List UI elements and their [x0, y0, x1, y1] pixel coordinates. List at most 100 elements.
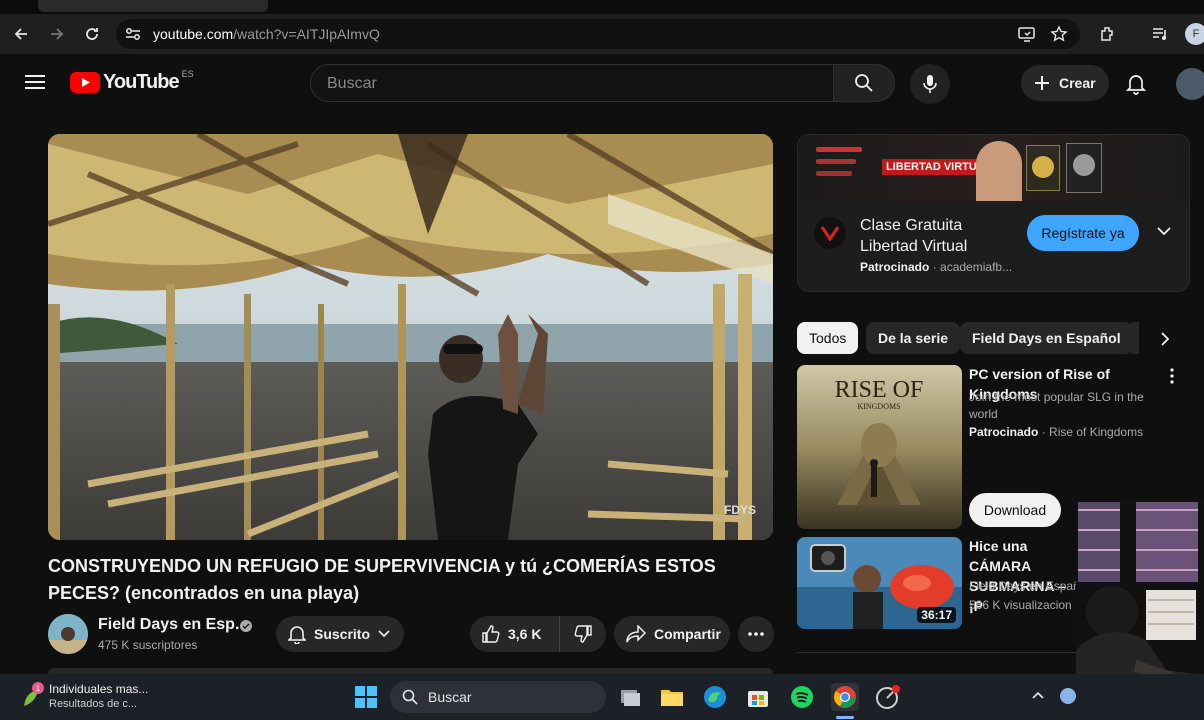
ad-card[interactable]: LIBERTAD VIRTUAL Clase Gratuita Libertad…	[797, 134, 1190, 292]
taskbar-notification-subtitle: Resultados de c...	[49, 698, 138, 710]
ad-title[interactable]: Clase Gratuita Libertad Virtual	[860, 215, 967, 257]
windows-taskbar: 1 Individuales mas... Resultados de c...…	[0, 674, 1204, 720]
install-app-icon[interactable]	[1018, 26, 1036, 42]
reload-icon[interactable]	[80, 22, 104, 46]
register-cta-button[interactable]: Regístrate ya	[1027, 215, 1139, 251]
video-duration: 36:17	[917, 607, 956, 623]
channel-avatar[interactable]	[48, 614, 88, 654]
thumb-subtitle-text: KINGDOMS	[857, 402, 900, 411]
account-avatar[interactable]	[1176, 68, 1204, 100]
notifications-bell-icon[interactable]	[1126, 73, 1146, 95]
svg-text:1: 1	[36, 684, 41, 693]
create-label: Crear	[1059, 75, 1096, 91]
search-placeholder: Buscar	[327, 75, 377, 92]
taskbar-notification-title[interactable]: Individuales mas...	[49, 682, 148, 696]
rec-channel[interactable]: Field Days en Españ	[969, 578, 1080, 595]
ad-expand-chevron-icon[interactable]	[1157, 227, 1171, 236]
video-title: CONSTRUYENDO UN REFUGIO DE SUPERVIVENCIA…	[48, 556, 716, 603]
rec-description: Join the most popular SLG in the world	[969, 389, 1169, 423]
file-explorer-icon[interactable]	[658, 683, 686, 711]
channel-name[interactable]: Field Days en Esp...	[98, 616, 248, 634]
chip-field-days[interactable]: Field Days en Español	[960, 322, 1133, 354]
site-settings-icon[interactable]	[124, 26, 142, 42]
more-horizontal-icon	[748, 632, 764, 636]
back-icon[interactable]	[9, 22, 33, 46]
video-player[interactable]: FDYS	[48, 134, 773, 540]
ad-sponsored-label: Patrocinado	[860, 260, 930, 274]
ad-meta: Patrocinado · academiafb...	[860, 260, 1013, 274]
rec-advertiser: Rise of Kingdoms	[1049, 425, 1144, 439]
subscribed-button[interactable]: Suscrito	[276, 616, 404, 652]
widgets-notification-icon[interactable]: 1	[20, 682, 46, 710]
ad-banner[interactable]: LIBERTAD VIRTUAL	[798, 135, 1189, 201]
divider	[797, 652, 1077, 653]
spotify-icon[interactable]	[788, 683, 816, 711]
extensions-icon[interactable]	[1096, 22, 1120, 46]
url-path: /watch?v=AITJIpAImvQ	[233, 26, 380, 42]
bell-icon	[288, 626, 306, 644]
thumbs-down-icon	[574, 625, 592, 643]
plus-icon	[1035, 76, 1049, 90]
rec-description-line1: Join the most popular SLG in the	[969, 390, 1144, 404]
microphone-icon	[923, 75, 937, 93]
search-input[interactable]: Buscar	[310, 64, 833, 102]
dislike-button[interactable]	[560, 616, 606, 652]
share-label: Compartir	[654, 626, 721, 642]
ad-banner-person	[976, 141, 1022, 201]
ad-banner-social-list	[816, 147, 866, 176]
like-button[interactable]: 3,6 K	[470, 616, 560, 652]
rec-views: 586 K visualizacion	[969, 598, 1072, 612]
voice-search-button[interactable]	[910, 64, 950, 104]
browser-tab-active[interactable]	[38, 0, 268, 12]
forward-icon[interactable]	[45, 22, 69, 46]
tray-app-icon[interactable]	[1060, 688, 1076, 704]
browser-toolbar: youtube.com/watch?v=AITJIpAImvQ F	[0, 14, 1204, 54]
address-bar[interactable]: youtube.com/watch?v=AITJIpAImvQ	[116, 19, 1080, 49]
advertiser-logo[interactable]	[814, 217, 846, 249]
create-button[interactable]: Crear	[1021, 65, 1109, 101]
youtube-play-logo-icon	[70, 72, 100, 93]
thumbs-up-icon	[482, 625, 500, 643]
taskbar-search-box[interactable]: Buscar	[390, 681, 606, 713]
chip-de-la-serie[interactable]: De la serie	[866, 322, 961, 354]
download-button[interactable]: Download	[969, 493, 1061, 527]
menu-icon[interactable]	[25, 74, 45, 90]
system-tray-chevron-up-icon[interactable]	[1032, 691, 1044, 699]
like-count: 3,6 K	[508, 626, 542, 642]
chevron-down-icon	[378, 630, 390, 638]
video-frame: FDYS	[48, 134, 773, 540]
chip-todos[interactable]: Todos	[797, 322, 859, 354]
chips-next-chevron-icon[interactable]	[1152, 326, 1178, 352]
edge-browser-icon[interactable]	[701, 683, 729, 711]
rec-sponsor-meta: Patrocinado · Rise of Kingdoms	[969, 425, 1144, 439]
youtube-logo[interactable]: YouTube ES	[70, 68, 194, 94]
ad-advertiser: academiafb...	[940, 260, 1013, 274]
region-code: ES	[181, 68, 194, 79]
chrome-browser-icon[interactable]	[831, 683, 859, 711]
microsoft-store-icon[interactable]	[744, 683, 772, 711]
share-button[interactable]: Compartir	[614, 616, 730, 652]
verified-badge-icon	[240, 620, 252, 632]
video-thumbnail[interactable]: 36:17	[797, 537, 962, 629]
media-controls-icon[interactable]	[1148, 22, 1172, 46]
bookmark-star-icon[interactable]	[1050, 25, 1068, 43]
rec-more-vertical-icon[interactable]	[1170, 368, 1174, 384]
youtube-logo-text: YouTube	[103, 71, 180, 93]
recording-app-icon[interactable]	[874, 683, 902, 711]
rise-of-kingdoms-thumbnail[interactable]: RISE OF KINGDOMS	[797, 365, 962, 529]
video-watermark: FDYS	[724, 503, 756, 517]
more-actions-button[interactable]	[738, 616, 774, 652]
rec-title-line1: Hice una CÁMARA	[969, 538, 1032, 574]
rec-sponsored-label: Patrocinado	[969, 425, 1039, 439]
windows-start-icon[interactable]	[352, 683, 380, 711]
share-icon	[626, 625, 646, 643]
like-dislike-group: 3,6 K	[470, 616, 606, 652]
search-icon	[402, 689, 418, 705]
search-button[interactable]	[833, 64, 895, 102]
browser-profile-avatar[interactable]: F	[1185, 23, 1204, 45]
task-view-icon[interactable]	[616, 683, 644, 711]
ad-title-line1: Clase Gratuita	[860, 217, 963, 234]
subscriber-count: 475 K suscriptores	[98, 638, 198, 652]
thumb-title-text: RISE OF	[835, 377, 924, 403]
ad-banner-award-silver	[1066, 143, 1102, 193]
